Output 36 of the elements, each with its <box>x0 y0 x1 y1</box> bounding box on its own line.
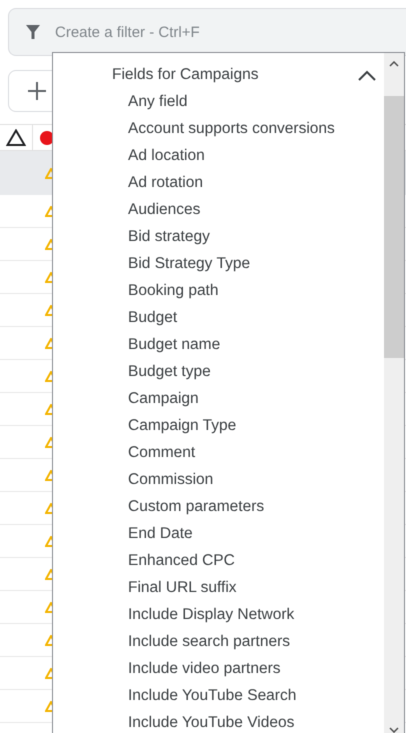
field-option[interactable]: End Date <box>53 520 384 547</box>
triangle-icon <box>6 129 26 146</box>
field-option[interactable]: Comment <box>53 439 384 466</box>
field-option[interactable]: Booking path <box>53 277 384 304</box>
filter-field[interactable]: Create a filter - Ctrl+F <box>8 8 406 56</box>
status-dot-icon <box>40 130 54 144</box>
scroll-thumb[interactable] <box>384 96 404 358</box>
field-option[interactable]: Ad rotation <box>53 169 384 196</box>
field-option[interactable]: Account supports conversions <box>53 115 384 142</box>
field-option[interactable]: Bid strategy <box>53 223 384 250</box>
field-option[interactable]: Audiences <box>53 196 384 223</box>
field-option[interactable]: Include Display Network <box>53 601 384 628</box>
scrollbar[interactable] <box>384 53 404 733</box>
field-option[interactable]: Commission <box>53 466 384 493</box>
field-option[interactable]: Final URL suffix <box>53 574 384 601</box>
filter-icon <box>25 24 41 40</box>
field-option[interactable]: Any field <box>53 88 384 115</box>
plus-icon <box>27 81 47 101</box>
filter-input[interactable]: Create a filter - Ctrl+F <box>55 24 355 40</box>
field-option[interactable]: Budget <box>53 304 384 331</box>
chevron-icon[interactable] <box>358 70 376 80</box>
group-title: Fields for Campaigns <box>112 66 258 84</box>
field-option[interactable]: Enhanced CPC <box>53 547 384 574</box>
scroll-up-icon[interactable] <box>389 61 399 67</box>
field-option[interactable]: Budget type <box>53 358 384 385</box>
field-option[interactable]: Bid Strategy Type <box>53 250 384 277</box>
field-option[interactable]: Custom parameters <box>53 493 384 520</box>
field-option[interactable]: Campaign <box>53 385 384 412</box>
scroll-down-icon[interactable] <box>389 727 399 733</box>
field-option[interactable]: Campaign Type <box>53 412 384 439</box>
field-option[interactable]: Budget name <box>53 331 384 358</box>
field-option[interactable]: Include YouTube Videos <box>53 709 384 733</box>
field-option[interactable]: Include search partners <box>53 628 384 655</box>
field-option[interactable]: Include video partners <box>53 655 384 682</box>
field-option[interactable]: Include YouTube Search <box>53 682 384 709</box>
field-option[interactable]: Ad location <box>53 142 384 169</box>
